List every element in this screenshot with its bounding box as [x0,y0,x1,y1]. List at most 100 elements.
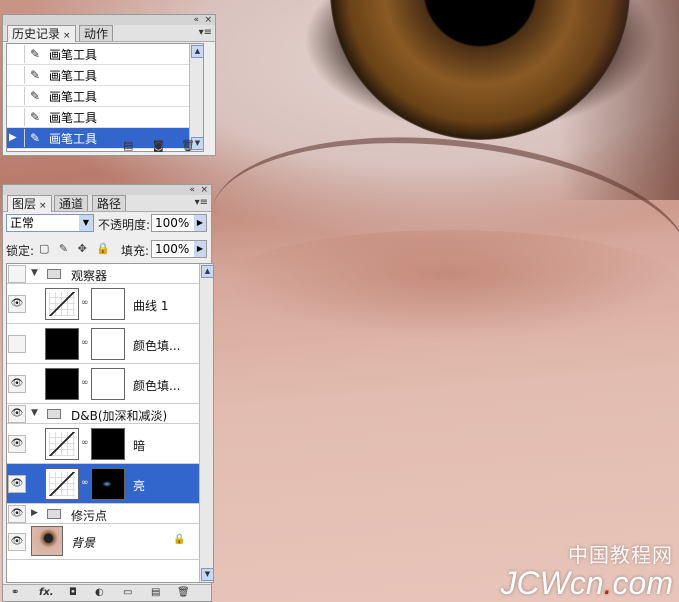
layer-mask-thumbnail[interactable] [91,328,125,360]
history-item[interactable]: ✎ 画笔工具 [7,65,203,86]
history-item[interactable]: ✎ 画笔工具 [7,107,203,128]
fill-input[interactable]: 100% ▶ [151,240,207,258]
history-scrollbar[interactable]: ▲ ▼ [189,44,203,151]
fill-value: 100% [155,242,190,256]
lock-label: 锁定: [6,244,35,258]
layer-mask-thumbnail[interactable] [91,428,125,460]
eye-icon[interactable]: 👁 [8,533,26,551]
layers-panel: « × 图层 × 通道 路径 ▾≡ 正常 ▼ 不透明度: 100% ▶ 锁定: ▢… [2,184,214,602]
chevron-right-icon[interactable]: ▶ [194,241,206,257]
new-document-from-state-icon[interactable]: ▤ [123,139,133,152]
layer-curves-1[interactable]: 👁 ∞ 曲线 1 [7,284,199,324]
expand-triangle-icon[interactable]: ▼ [31,268,38,278]
trash-icon[interactable]: 🗑 [181,139,195,152]
snapshot-source-box[interactable] [7,66,25,84]
layer-group-observer[interactable]: ▼ 观察器 [7,264,199,284]
panel-menu-icon[interactable]: ▾≡ [199,27,212,38]
tab-actions[interactable]: 动作 [79,25,114,41]
tab-layers[interactable]: 图层 × [7,195,52,212]
tab-paths[interactable]: 路径 [92,195,127,211]
history-item[interactable]: ✎ 画笔工具 [7,44,203,65]
collapse-icon[interactable]: « [189,185,195,195]
scroll-up-icon[interactable]: ▲ [191,45,203,58]
snapshot-source-box[interactable] [7,108,25,126]
layer-background[interactable]: 👁 背景 🔒 [7,524,199,560]
eye-icon[interactable]: 👁 [8,295,26,313]
snapshot-source-box[interactable] [7,87,25,105]
tab-close-icon[interactable]: × [39,201,47,211]
add-mask-icon[interactable]: ◘ [69,587,77,598]
layer-color-fill[interactable]: 👁 ∞ 颜色填... [7,364,199,404]
history-panel: « × 历史记录 × 动作 ▾≡ ✎ 画笔工具 ✎ 画笔工具 ✎ 画笔工具 ✎ 画… [2,14,216,156]
curves-adjustment-icon[interactable] [45,428,79,460]
opacity-input[interactable]: 100% ▶ [151,214,207,232]
eye-icon[interactable]: 👁 [8,375,26,393]
visibility-toggle[interactable] [8,335,26,353]
history-tabs: 历史记录 × 动作 ▾≡ [3,25,215,42]
scroll-down-icon[interactable]: ▼ [201,568,213,581]
history-item-label: 画笔工具 [49,68,98,83]
lock-row: 锁定: ▢ ✎ ✥ 🔒 填充: 100% ▶ [3,237,211,259]
fill-label: 填充: [121,244,150,258]
layer-light-selected[interactable]: 👁 ∞ 亮 [7,464,199,504]
fill-color-thumbnail[interactable] [45,328,79,360]
link-icon[interactable]: ∞ [81,438,89,448]
eye-icon[interactable]: 👁 [8,405,26,423]
new-group-icon[interactable]: ▭ [123,587,132,598]
tab-channels[interactable]: 通道 [54,195,89,211]
tab-close-icon[interactable]: × [63,31,71,41]
curves-adjustment-icon[interactable] [45,468,79,500]
layer-group-dodge-burn[interactable]: 👁 ▼ D&B(加深和减淡) [7,404,199,424]
brush-icon: ✎ [29,47,41,61]
history-item[interactable]: ✎ 画笔工具 [7,86,203,107]
tab-history[interactable]: 历史记录 × [7,25,76,42]
trash-icon[interactable]: 🗑 [177,587,190,598]
chevron-down-icon[interactable]: ▼ [79,215,93,231]
lock-icon: 🔒 [173,534,186,545]
link-icon[interactable]: ∞ [81,338,89,348]
close-icon[interactable]: × [204,15,212,25]
layer-mask-thumbnail[interactable] [91,468,125,500]
under-eye-crease [220,230,679,340]
layer-dark[interactable]: 👁 ∞ 暗 [7,424,199,464]
close-icon[interactable]: × [200,185,208,195]
link-icon[interactable]: ∞ [81,478,89,488]
chevron-right-icon[interactable]: ▶ [194,215,206,231]
history-titlebar[interactable]: « × [3,15,215,25]
eye-icon[interactable]: 👁 [8,505,26,523]
fill-color-thumbnail[interactable] [45,368,79,400]
background-thumbnail[interactable] [31,526,63,556]
eye-icon[interactable]: 👁 [8,435,26,453]
link-icon[interactable]: ∞ [81,378,89,388]
visibility-toggle[interactable] [8,265,26,283]
blend-mode-select[interactable]: 正常 ▼ [6,214,94,232]
eye-icon[interactable]: 👁 [8,475,26,493]
layer-name: 暗 [133,439,146,453]
layer-mask-thumbnail[interactable] [91,288,125,320]
new-layer-icon[interactable]: ▤ [151,587,160,598]
layer-style-icon[interactable]: fx. [39,587,54,598]
layer-group-spot-heal[interactable]: 👁 ▶ 修污点 [7,504,199,524]
curves-adjustment-icon[interactable] [45,288,79,320]
blend-mode-value: 正常 [10,216,35,230]
expand-triangle-icon[interactable]: ▼ [31,408,38,418]
opacity-label: 不透明度: [98,218,151,232]
snapshot-source-box[interactable] [7,45,25,63]
collapse-icon[interactable]: « [193,15,199,25]
layers-scrollbar[interactable]: ▲ ▼ [199,264,213,582]
lock-options-icons[interactable]: ▢ ✎ ✥ 🔒 [39,242,113,255]
link-icon[interactable]: ∞ [81,298,89,308]
layer-name: 亮 [133,479,146,493]
expand-triangle-icon[interactable]: ▶ [31,508,38,518]
brush-icon: ✎ [29,68,41,82]
scroll-up-icon[interactable]: ▲ [201,265,213,278]
layer-color-fill[interactable]: ∞ 颜色填... [7,324,199,364]
adjustment-layer-icon[interactable]: ◐ [95,587,104,598]
link-layers-icon[interactable]: ⚭ [11,587,19,598]
snapshot-camera-icon[interactable]: ◙ [153,139,164,152]
history-footer: ▤ ◙ 🗑 [3,137,215,153]
layer-name: 曲线 1 [133,299,169,313]
layers-titlebar[interactable]: « × [3,185,211,195]
layer-mask-thumbnail[interactable] [91,368,125,400]
panel-menu-icon[interactable]: ▾≡ [195,197,208,208]
